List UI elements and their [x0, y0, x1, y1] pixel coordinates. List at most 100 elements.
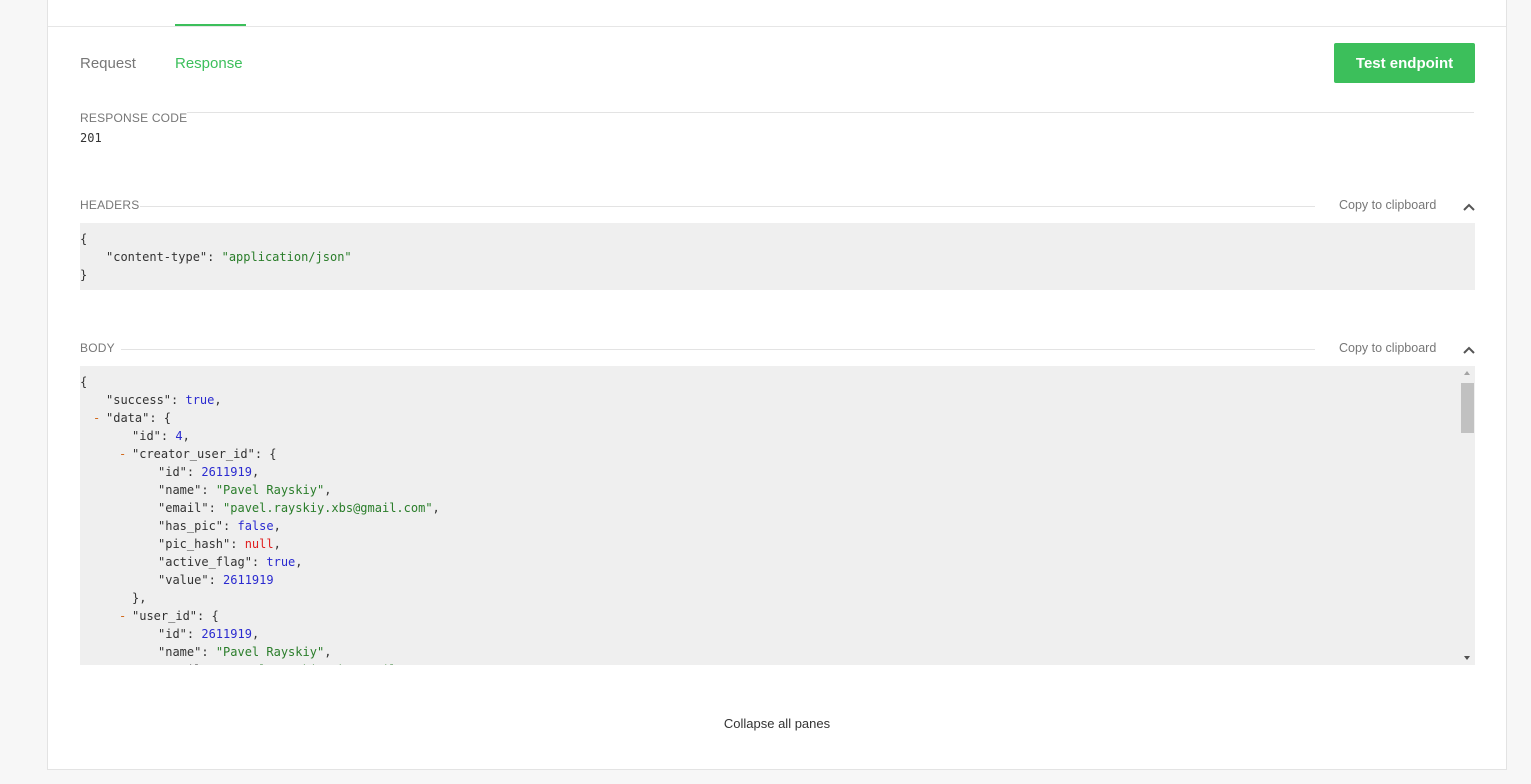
- collapse-toggle[interactable]: -: [93, 409, 100, 427]
- json-token: :: [223, 519, 238, 533]
- json-token: :: [171, 393, 186, 407]
- json-token: : {: [149, 411, 172, 425]
- json-token: ,: [214, 393, 222, 407]
- body-code-line: "name": "Pavel Rayskiy",: [158, 481, 331, 499]
- scrollbar-thumb[interactable]: [1461, 383, 1474, 433]
- json-token: :: [207, 250, 222, 264]
- json-token: "has_pic": [158, 519, 224, 533]
- response-code-label: RESPONSE CODE: [80, 111, 188, 125]
- body-divider: [121, 349, 1315, 350]
- body-code-line: "pic_hash": null,: [158, 535, 281, 553]
- body-code-line: "name": "Pavel Rayskiy",: [158, 643, 331, 661]
- json-token: 2611919: [201, 465, 252, 479]
- json-token: ,: [251, 465, 260, 479]
- body-code-line: - "user_id": {: [119, 607, 219, 625]
- json-token: "user_id": [132, 609, 198, 623]
- json-token: :: [201, 483, 216, 497]
- json-token: false: [237, 519, 274, 533]
- api-console-panel: Request Response Test endpoint RESPONSE …: [47, 0, 1507, 770]
- body-code-line: "email": "pavel.rayskiy.xbs@gmail.com",: [158, 661, 440, 665]
- body-code-line: "id": 2611919,: [158, 463, 259, 481]
- top-separator: [48, 26, 1506, 27]
- json-token: "name": [158, 645, 202, 659]
- tab-request[interactable]: Request: [80, 55, 136, 72]
- json-token: }: [80, 268, 88, 282]
- json-token: 4: [175, 429, 183, 443]
- json-token: :: [209, 663, 223, 665]
- json-token: "creator_user_id": [132, 447, 255, 461]
- json-token: "Pavel Rayskiy": [215, 483, 325, 497]
- headers-copy-button[interactable]: Copy to clipboard: [1339, 198, 1436, 212]
- collapse-all-panes-button[interactable]: Collapse all panes: [48, 716, 1506, 731]
- json-token: 2611919: [201, 627, 252, 641]
- json-token: ,: [251, 627, 260, 641]
- json-token: "Pavel Rayskiy": [215, 645, 325, 659]
- json-token: ,: [273, 537, 281, 551]
- json-token: null: [244, 537, 274, 551]
- body-code-line: - "data": {: [93, 409, 172, 427]
- json-token: :: [208, 573, 224, 587]
- json-token: true: [266, 555, 296, 569]
- response-code-value: 201: [80, 131, 102, 145]
- json-token: "application/json": [221, 250, 352, 264]
- json-token: "pic_hash": [158, 537, 231, 551]
- body-label: BODY: [80, 341, 115, 355]
- json-token: :: [201, 645, 216, 659]
- json-token: ,: [324, 645, 332, 659]
- response-code-divider: [187, 112, 1474, 113]
- json-token: },: [132, 591, 147, 605]
- test-endpoint-button[interactable]: Test endpoint: [1334, 43, 1475, 83]
- headers-label: HEADERS: [80, 198, 140, 212]
- json-token: ,: [295, 555, 303, 569]
- body-code-line: "active_flag": true,: [158, 553, 303, 571]
- scroll-down-arrow-icon[interactable]: [1464, 656, 1470, 660]
- json-token: "pavel.rayskiy.xbs@gmail.com": [223, 663, 433, 665]
- json-token: :: [160, 429, 176, 443]
- json-token: ,: [433, 663, 440, 665]
- body-copy-button[interactable]: Copy to clipboard: [1339, 341, 1436, 355]
- headers-code-line: {: [80, 230, 87, 248]
- headers-code-line: }: [80, 266, 87, 284]
- json-token: "id": [132, 429, 161, 443]
- json-token: ,: [182, 429, 190, 443]
- body-collapse-chevron-up-icon[interactable]: [1462, 343, 1476, 357]
- body-code-line: "value": 2611919: [158, 571, 274, 589]
- json-token: : {: [254, 447, 277, 461]
- json-token: :: [230, 537, 245, 551]
- body-code-line: - "creator_user_id": {: [119, 445, 277, 463]
- body-code-line: "email": "pavel.rayskiy.xbs@gmail.com",: [158, 499, 440, 517]
- json-token: :: [208, 501, 224, 515]
- headers-divider: [140, 206, 1315, 207]
- json-token: "id": [158, 627, 187, 641]
- json-token: "value": [158, 573, 209, 587]
- json-token: :: [186, 465, 202, 479]
- collapse-toggle[interactable]: -: [119, 445, 126, 463]
- body-code-line: "has_pic": false,: [158, 517, 281, 535]
- scroll-up-arrow-icon[interactable]: [1464, 371, 1470, 375]
- json-token: :: [186, 627, 202, 641]
- json-token: true: [185, 393, 215, 407]
- collapse-toggle[interactable]: -: [119, 607, 126, 625]
- json-token: "success": [106, 393, 172, 407]
- body-code-line: },: [132, 589, 146, 607]
- json-token: "active_flag": [158, 555, 252, 569]
- json-token: ,: [273, 519, 281, 533]
- json-token: : {: [197, 609, 219, 623]
- json-token: "content-type": [106, 250, 208, 264]
- body-code-line: "id": 4,: [132, 427, 190, 445]
- json-token: "data": [106, 411, 150, 425]
- json-token: {: [80, 232, 88, 246]
- body-code-box[interactable]: {"success": true, - "data": {"id": 4, - "cre…: [80, 366, 1475, 665]
- body-scrollbar[interactable]: [1461, 366, 1474, 665]
- headers-collapse-chevron-up-icon[interactable]: [1462, 200, 1476, 214]
- json-token: :: [251, 555, 267, 569]
- headers-code-box: { "content-type": "application/json"}: [80, 223, 1475, 290]
- json-token: "name": [158, 483, 202, 497]
- body-code-line: {: [80, 373, 87, 391]
- json-token: "id": [158, 465, 187, 479]
- tab-response[interactable]: Response: [175, 55, 243, 72]
- json-token: "email": [158, 501, 209, 515]
- active-tab-indicator: [175, 24, 246, 26]
- json-token: {: [80, 375, 88, 389]
- json-token: "email": [158, 663, 209, 665]
